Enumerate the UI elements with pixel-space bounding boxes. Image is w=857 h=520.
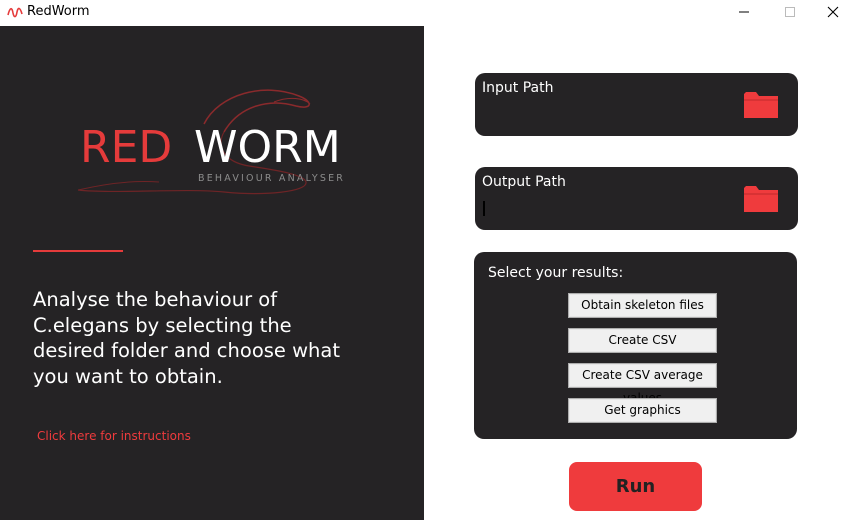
results-panel: Select your results: Obtain skeleton fil… (474, 252, 797, 439)
create-csv-average-button[interactable]: Create CSV average values (568, 363, 717, 405)
maximize-button[interactable] (768, 0, 814, 26)
minimize-icon (739, 11, 749, 13)
get-graphics-button[interactable]: Get graphics (568, 398, 717, 423)
input-path-label: Input Path (482, 80, 554, 96)
logo-white-text: WORM (194, 122, 341, 173)
instructions-link[interactable]: Click here for instructions (37, 429, 191, 443)
worm-app-icon (7, 7, 23, 18)
title-bar: RedWorm (0, 0, 857, 26)
redworm-logo: RED WORM BEHAVIOUR ANALYSER (77, 89, 344, 195)
create-csv-button[interactable]: Create CSV (568, 328, 717, 353)
close-button[interactable] (811, 0, 857, 26)
input-path-panel: Input Path (475, 73, 798, 136)
maximize-icon (785, 7, 795, 17)
intro-panel: RED WORM BEHAVIOUR ANALYSER Analyse the … (0, 26, 424, 520)
output-path-panel: Output Path (475, 167, 798, 230)
input-path-field[interactable] (482, 105, 732, 125)
window-title: RedWorm (27, 4, 90, 19)
obtain-skeleton-files-button[interactable]: Obtain skeleton files (568, 293, 717, 318)
accent-divider (33, 250, 123, 252)
app-window: RedWorm RED WORM BEHAVIOUR ANALYSER Anal… (0, 0, 857, 520)
minimize-button[interactable] (722, 0, 768, 26)
intro-description: Analyse the behaviour of C.elegans by se… (33, 288, 341, 388)
results-label: Select your results: (488, 265, 624, 281)
output-path-label: Output Path (482, 174, 566, 190)
folder-icon[interactable] (743, 182, 779, 214)
logo-tagline: BEHAVIOUR ANALYSER (198, 173, 344, 184)
text-caret (483, 201, 485, 216)
folder-icon[interactable] (743, 88, 779, 120)
logo-red-text: RED (80, 122, 172, 173)
close-icon (827, 6, 839, 18)
run-button[interactable]: Run (569, 462, 702, 511)
output-path-field[interactable] (482, 199, 732, 219)
